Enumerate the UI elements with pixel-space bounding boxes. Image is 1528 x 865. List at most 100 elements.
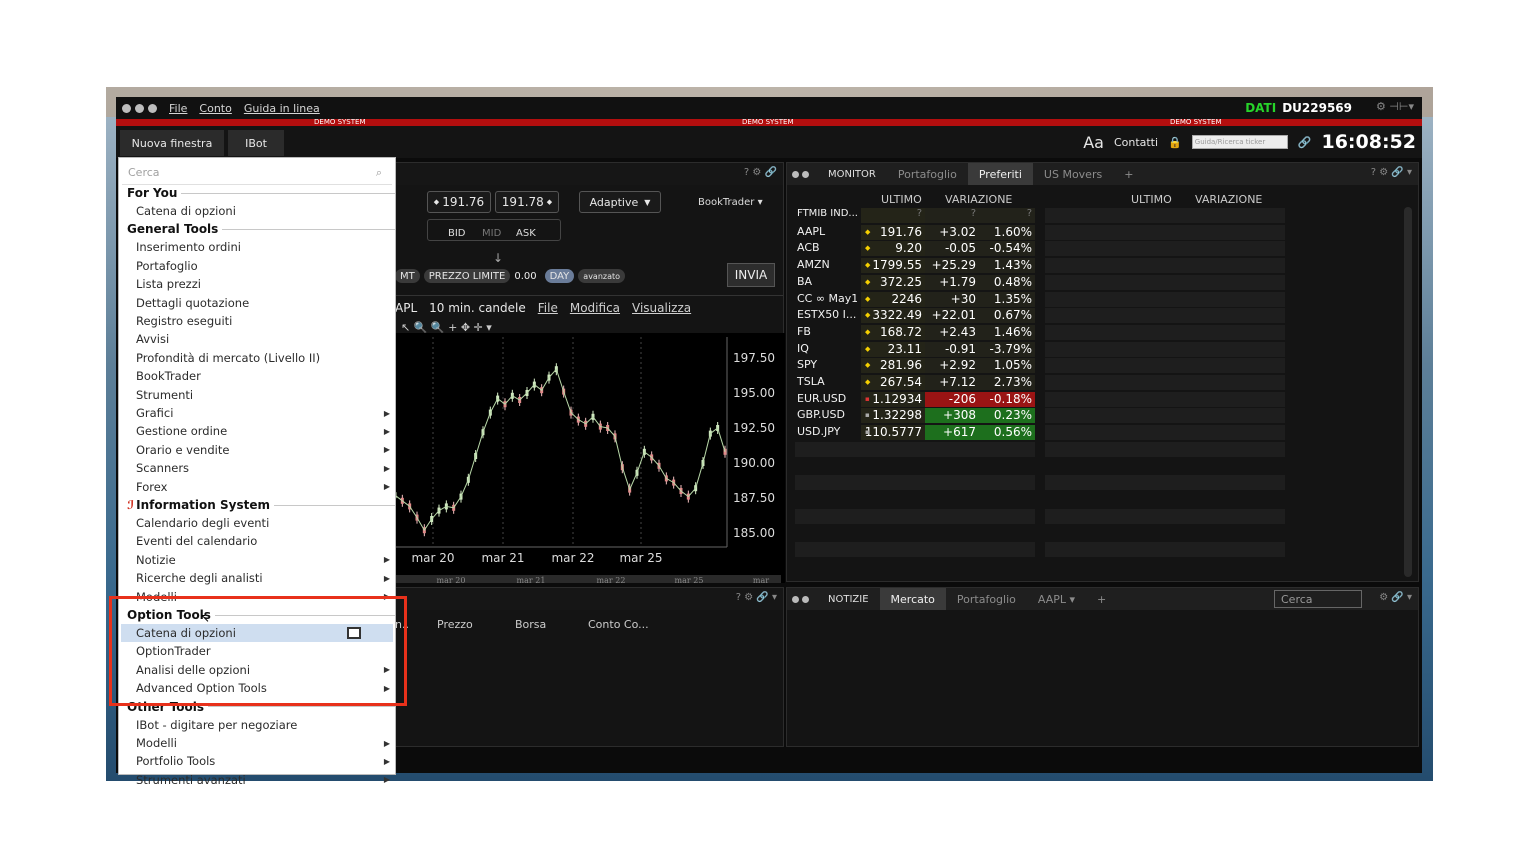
watch-symbol[interactable]: FTMIB IND... [795,208,857,223]
panel-header-icons[interactable]: ? ⚙ 🔗 [744,167,777,178]
watch-symbol[interactable]: ESTX50 I... [795,308,857,323]
tab-us-movers[interactable]: US Movers [1033,163,1113,185]
title-settings-icons[interactable]: ⚙ ⊣⊢▾ [1376,100,1414,113]
menu-item[interactable]: Dettagli quotazione [136,294,396,312]
watch-symbol[interactable]: USD.JPY [795,425,857,440]
demo-label: DEMO SYSTEM [1170,118,1222,126]
tab-news-portafoglio[interactable]: Portafoglio [946,588,1027,610]
panel-dots[interactable] [792,595,809,603]
limit-price[interactable]: 0.00 [514,271,536,282]
ask-price-box[interactable]: 191.78 ◆ [495,191,559,213]
menu-item[interactable]: Modelli ▶ [136,734,396,752]
maximize-dot-icon[interactable] [148,103,157,113]
col-variazione-right[interactable]: VARIAZIONE [1195,193,1262,206]
bid-mid-ask-slider[interactable]: BID MID ASK [427,219,561,241]
menu-item[interactable]: Strumenti avanzati ▶ [136,771,396,789]
order-type-prefix[interactable]: MT [395,269,420,283]
watch-symbol[interactable]: AAPL [795,225,857,240]
panel-header-icons[interactable]: ? ⚙ 🔗 ▾ [1371,167,1412,178]
watch-symbol[interactable]: ACB [795,241,857,256]
menu-item[interactable]: Scanners ▶ [136,459,396,477]
menu-item[interactable]: Gestione ordine ▶ [136,422,396,440]
news-search-input[interactable]: Cerca [1274,590,1362,608]
menu-item[interactable]: Calendario degli eventi [136,514,396,532]
algo-dropdown[interactable]: Adaptive ▼ [579,191,661,213]
close-dot-icon[interactable] [122,103,131,113]
watch-symbol[interactable]: CC ∞ May1... [795,292,857,307]
watch-symbol[interactable]: AMZN [795,258,857,273]
tab-portafoglio[interactable]: Portafoglio [887,163,968,185]
menu-guida[interactable]: Guida in linea [244,102,320,115]
advanced-button[interactable]: avanzato [578,269,626,283]
ticker-search-input[interactable]: Guida/Ricerca ticker [1191,135,1288,149]
menu-item[interactable]: Forex ▶ [136,478,396,496]
ibot-button[interactable]: IBot [228,130,284,156]
watch-symbol[interactable]: SPY [795,358,857,373]
chart-menu-file[interactable]: File [538,301,558,315]
watch-pct: 0.48% [979,274,1035,290]
menu-conto[interactable]: Conto [199,102,231,115]
menu-item[interactable]: Orario e vendite ▶ [136,441,396,459]
chart-menu-modifica[interactable]: Modifica [570,301,620,315]
font-size-button[interactable]: Aa [1083,133,1104,152]
order-type-dropdown[interactable]: PREZZO LIMITE [423,269,511,283]
menu-item-label: Strumenti avanzati [136,772,246,787]
send-order-button[interactable]: INVIA [727,263,775,287]
menu-item[interactable]: Catena di opzioni [136,202,396,220]
tab-preferiti[interactable]: Preferiti [967,163,1033,185]
watch-pct: 2.73% [979,375,1035,390]
booktrader-dropdown[interactable]: BookTrader ▾ [698,197,763,208]
menu-item[interactable]: Strumenti [136,386,396,404]
tick-indicator-icon: ◆ [865,227,871,236]
watch-symbol[interactable]: GBP.USD [795,408,857,423]
window-controls[interactable] [122,103,157,113]
add-tab-icon[interactable]: + [1086,588,1117,610]
add-tab-icon[interactable]: + [1113,163,1144,185]
watch-symbol[interactable]: BA [795,275,857,290]
menu-item[interactable]: Inserimento ordini [136,238,396,256]
highlight-box [109,596,407,706]
chart-interval[interactable]: 10 min. candele [429,301,526,315]
menu-item[interactable]: BookTrader [136,367,396,385]
menu-item[interactable]: Eventi del calendario [136,532,396,550]
panel-header-icons[interactable]: ? ⚙ 🔗 ▾ [736,592,777,603]
menu-item[interactable]: Lista prezzi [136,275,396,293]
panel-dots[interactable] [792,170,809,178]
menu-file[interactable]: File [169,102,187,115]
panel-header-icons[interactable]: ⚙ 🔗 ▾ [1379,592,1412,603]
menu-item[interactable]: Registro eseguiti [136,312,396,330]
menu-item[interactable]: Portfolio Tools ▶ [136,752,396,770]
watch-symbol[interactable]: EUR.USD [795,392,857,407]
col-ultimo-right[interactable]: ULTIMO [1131,193,1172,206]
chart-symbol[interactable]: APL [395,301,417,315]
menu-search-input[interactable]: Cerca ⌕ [122,161,392,185]
chart-menu-visualizza[interactable]: Visualizza [632,301,691,315]
submenu-arrow-icon: ▶ [383,445,390,455]
watch-symbol[interactable]: TSLA [795,375,857,390]
tif-dropdown[interactable]: DAY [544,269,575,283]
scrollbar[interactable] [1404,207,1412,577]
tab-mercato[interactable]: Mercato [879,588,946,610]
contacts-button[interactable]: Contatti [1114,136,1158,149]
menu-item[interactable]: Profondità di mercato (Livello II) [136,349,396,367]
menu-item[interactable]: Ricerche degli analisti ▶ [136,569,396,587]
tab-aapl[interactable]: AAPL ▾ [1027,588,1086,610]
lock-icon[interactable]: 🔒 [1168,136,1182,149]
menu-item[interactable]: Notizie ▶ [136,551,396,569]
bid-price-box[interactable]: ◆ 191.76 [427,191,491,213]
watch-chg: +30 [925,291,979,307]
col-ultimo[interactable]: ULTIMO [881,193,922,206]
minimize-dot-icon[interactable] [135,103,144,113]
menu-item[interactable]: Portafoglio [136,257,396,275]
menu-item-label: Forex [136,479,168,494]
mouse-cursor-icon: ↖ [200,611,211,625]
new-window-button[interactable]: Nuova finestra [120,130,224,156]
link-icon[interactable]: 🔗 [1298,136,1312,149]
menu-item[interactable]: Grafici ▶ [136,404,396,422]
menu-item[interactable]: IBot - digitare per negoziare [136,716,396,734]
col-variazione[interactable]: VARIAZIONE [945,193,1012,206]
menu-item[interactable]: Avvisi [136,330,396,348]
price-chart[interactable]: 197.50 195.00 192.50 190.00 187.50 185.00 mar … [393,333,785,583]
watch-symbol[interactable]: FB [795,325,857,340]
watch-symbol[interactable]: IQ [795,342,857,357]
